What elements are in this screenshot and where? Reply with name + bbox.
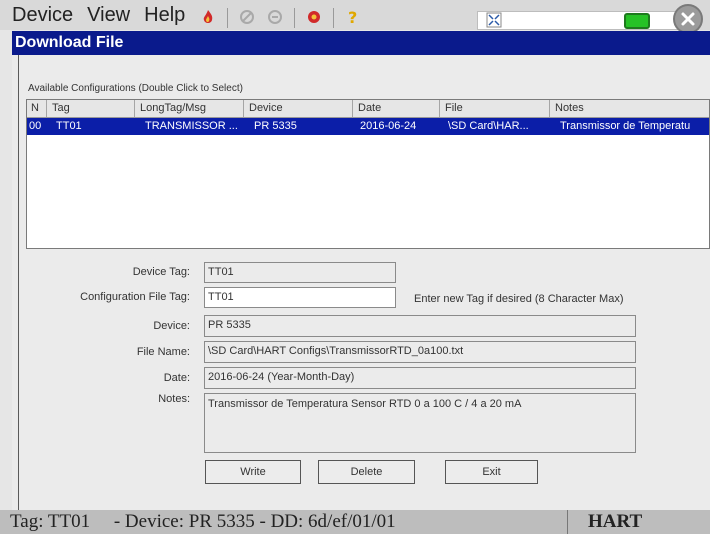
column-header-tag[interactable]: Tag (47, 100, 135, 117)
cell-n: 00 (29, 120, 42, 132)
column-header-notes[interactable]: Notes (550, 100, 710, 117)
table-row[interactable]: 00 TT01 TRANSMISSOR ... PR 5335 2016-06-… (27, 118, 709, 135)
disabled-tool-icon[interactable] (266, 8, 284, 26)
column-header-date[interactable]: Date (353, 100, 440, 117)
toolbar-separator (333, 8, 335, 28)
menu-strip: Device View Help ? (12, 2, 372, 28)
table-header: N Tag LongTag/Msg Device Date File Notes (27, 100, 709, 118)
write-button[interactable]: Write (205, 460, 301, 484)
toolbar-separator (227, 8, 229, 28)
config-tag-hint: Enter new Tag if desired (8 Character Ma… (414, 293, 624, 305)
configurations-table[interactable]: N Tag LongTag/Msg Device Date File Notes… (26, 99, 710, 249)
red-tool-icon[interactable] (305, 8, 323, 26)
column-header-n[interactable]: N (27, 100, 47, 117)
device-field: PR 5335 (204, 315, 636, 337)
column-header-device[interactable]: Device (244, 100, 353, 117)
dialog-frame-edge (18, 55, 19, 510)
delete-button[interactable]: Delete (318, 460, 415, 484)
file-name-label: File Name: (136, 346, 190, 358)
window-titlebar: Download File (12, 31, 710, 55)
disabled-tool-icon[interactable] (238, 8, 256, 26)
config-tag-label: Configuration File Tag: (80, 291, 190, 303)
app-menubar: Device View Help ? (0, 0, 710, 34)
close-icon[interactable] (673, 4, 703, 34)
cell-date: 2016-06-24 (360, 120, 417, 132)
configs-label: Available Configurations (Double Click t… (28, 83, 243, 94)
window-title: Download File (15, 34, 124, 51)
toolbar-separator (294, 8, 296, 28)
exit-button[interactable]: Exit (445, 460, 538, 484)
file-name-field: \SD Card\HART Configs\TransmissorRTD_0a1… (204, 341, 636, 363)
status-divider (567, 510, 568, 534)
date-label: Date: (163, 372, 190, 384)
cell-tag: TT01 (56, 120, 82, 132)
status-device-info: Tag: TT01 - Device: PR 5335 - DD: 6d/ef/… (10, 511, 396, 532)
device-tag-label: Device Tag: (132, 266, 190, 278)
status-protocol: HART (588, 511, 643, 532)
column-header-file[interactable]: File (440, 100, 550, 117)
cell-file: \SD Card\HAR... (448, 120, 529, 132)
date-field: 2016-06-24 (Year-Month-Day) (204, 367, 636, 389)
fire-icon[interactable] (199, 8, 217, 26)
status-bar: Tag: TT01 - Device: PR 5335 - DD: 6d/ef/… (0, 510, 710, 534)
cell-notes: Transmissor de Temperatu (560, 120, 691, 132)
menu-help[interactable]: Help (144, 2, 185, 28)
compress-arrows-icon[interactable] (486, 12, 502, 28)
config-tag-input[interactable]: TT01 (204, 287, 396, 308)
help-question-icon[interactable]: ? (344, 8, 362, 26)
aux-window-bar (477, 11, 699, 30)
notes-label: Notes: (158, 393, 190, 405)
svg-text:?: ? (348, 8, 357, 26)
cell-device: PR 5335 (254, 120, 297, 132)
cell-longtag: TRANSMISSOR ... (145, 120, 238, 132)
column-header-longtag[interactable]: LongTag/Msg (135, 100, 244, 117)
menu-view[interactable]: View (87, 2, 130, 28)
menu-device[interactable]: Device (12, 2, 73, 28)
notes-field: Transmissor de Temperatura Sensor RTD 0 … (204, 393, 636, 453)
device-label: Device: (153, 320, 190, 332)
battery-icon (624, 13, 650, 29)
device-tag-field: TT01 (204, 262, 396, 283)
